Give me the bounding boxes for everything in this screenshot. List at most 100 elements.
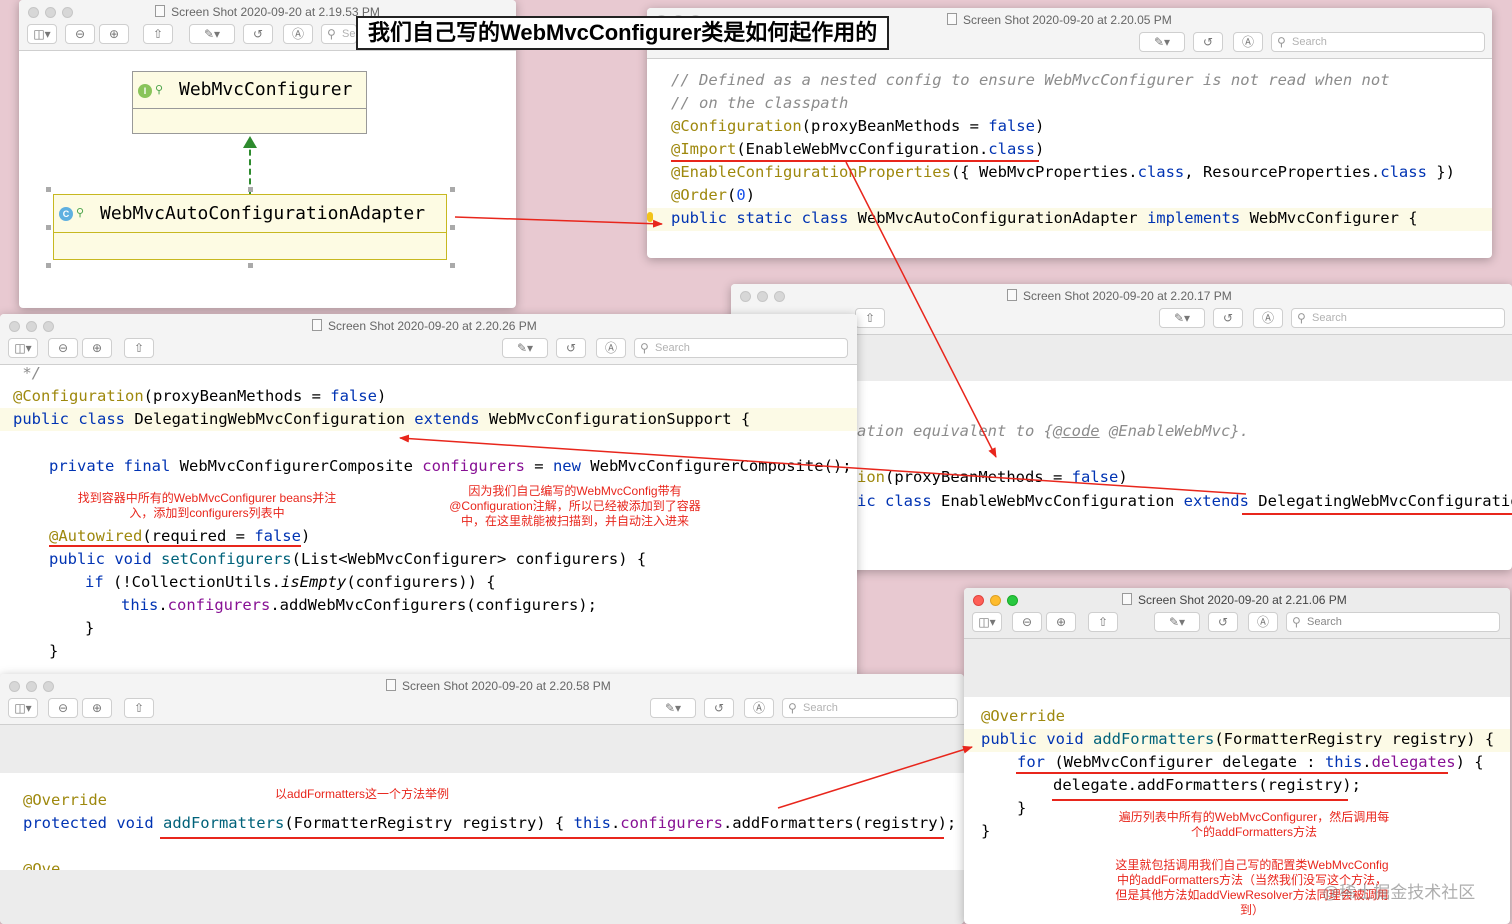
search-input[interactable]: ⚲ Search: [1286, 612, 1500, 632]
search-icon: ⚲: [1292, 615, 1301, 629]
search-icon: ⚲: [1297, 311, 1306, 325]
minimize-icon[interactable]: [26, 321, 37, 332]
zoom-out-icon[interactable]: ⊖: [65, 24, 95, 44]
rotate-icon[interactable]: ↺: [556, 338, 586, 358]
minimize-icon[interactable]: [26, 681, 37, 692]
window-controls[interactable]: [973, 593, 1024, 611]
code-line: @Override: [981, 707, 1065, 725]
titlebar: Screen Shot 2020-09-20 at 2.21.06 PM ◫▾ …: [964, 588, 1510, 639]
underline-mark: [160, 837, 944, 839]
share-icon[interactable]: ⇧: [143, 24, 173, 44]
minimize-icon[interactable]: [757, 291, 768, 302]
document-icon: [155, 5, 166, 17]
selection-handle[interactable]: [248, 263, 253, 268]
zoom-in-icon[interactable]: ⊕: [82, 338, 112, 358]
class-box[interactable]: C ⚲ WebMvcAutoConfigurationAdapter: [53, 194, 447, 260]
annotation-note: 以addFormatters这一个方法举例: [274, 787, 450, 801]
share-icon[interactable]: ⇧: [124, 698, 154, 718]
code-area: @Override protected void addFormatters(F…: [23, 789, 956, 861]
share-icon[interactable]: ⇧: [1088, 612, 1118, 632]
search-input[interactable]: ⚲ Search: [1291, 308, 1505, 328]
rotate-icon[interactable]: ↺: [1208, 612, 1238, 632]
selection-handle[interactable]: [450, 187, 455, 192]
selection-handle[interactable]: [46, 187, 51, 192]
code-line: public static class WebMvcAutoConfigurat…: [671, 209, 1418, 227]
markup-toolbar-icon[interactable]: Ⓐ: [744, 698, 774, 718]
close-icon[interactable]: [9, 321, 20, 332]
rotate-icon[interactable]: ↺: [704, 698, 734, 718]
code-line: public void addFormatters(FormatterRegis…: [981, 730, 1495, 748]
sidebar-toggle-button[interactable]: ◫▾: [8, 698, 38, 718]
markup-toolbar-icon[interactable]: Ⓐ: [1233, 32, 1263, 52]
code-line: // Defined as a nested config to ensure …: [671, 71, 1390, 89]
markup-toolbar-icon[interactable]: Ⓐ: [596, 338, 626, 358]
selection-handle[interactable]: [248, 187, 253, 192]
markup-pen-icon[interactable]: ✎▾: [1159, 308, 1205, 328]
search-input[interactable]: ⚲ Se: [321, 24, 357, 44]
page-title: 我们自己写的WebMvcConfigurer类是如何起作用的: [356, 16, 890, 50]
close-icon[interactable]: [740, 291, 751, 302]
bulb-icon[interactable]: [647, 212, 653, 222]
sidebar-toggle-button[interactable]: ◫▾: [27, 24, 57, 44]
zoom-in-icon[interactable]: ⊕: [99, 24, 129, 44]
zoom-out-icon[interactable]: ⊖: [48, 338, 78, 358]
class-icon: C: [59, 207, 73, 221]
selection-handle[interactable]: [46, 263, 51, 268]
search-input[interactable]: ⚲ Search: [634, 338, 848, 358]
zoom-out-icon[interactable]: ⊖: [1012, 612, 1042, 632]
zoom-icon[interactable]: [43, 321, 54, 332]
unlock-icon: ⚲: [76, 207, 85, 219]
code-area: // Defined as a nested config to ensure …: [671, 69, 1455, 231]
selection-handle[interactable]: [450, 225, 455, 230]
window-controls[interactable]: [9, 319, 60, 337]
annotation-note: 遍历列表中所有的WebMvcConfigurer，然后调用每个的addForma…: [1118, 810, 1390, 839]
selection-handle[interactable]: [450, 263, 455, 268]
zoom-in-icon[interactable]: ⊕: [82, 698, 112, 718]
sidebar-toggle-button[interactable]: ◫▾: [972, 612, 1002, 632]
rotate-icon[interactable]: ↺: [1193, 32, 1223, 52]
close-icon[interactable]: [973, 595, 984, 606]
interface-box[interactable]: I ⚲ WebMvcConfigurer: [132, 71, 367, 134]
search-icon: ⚲: [1277, 35, 1286, 49]
markup-toolbar-icon[interactable]: Ⓐ: [1248, 612, 1278, 632]
share-icon[interactable]: ⇧: [124, 338, 154, 358]
code-line: @Configuration(proxyBeanMethods = false): [13, 387, 387, 405]
markup-pen-icon[interactable]: ✎▾: [1139, 32, 1185, 52]
search-input[interactable]: ⚲ Search: [1271, 32, 1485, 52]
share-icon[interactable]: ⇧: [855, 308, 885, 328]
window-controls[interactable]: [740, 289, 791, 307]
rotate-icon[interactable]: ↺: [243, 24, 273, 44]
code-line: @Import(EnableWebMvcConfiguration.class): [671, 140, 1045, 158]
markup-toolbar-icon[interactable]: Ⓐ: [283, 24, 313, 44]
zoom-in-icon[interactable]: ⊕: [1046, 612, 1076, 632]
sidebar-toggle-button[interactable]: ◫▾: [8, 338, 38, 358]
gray-band: [964, 639, 1510, 697]
window-controls[interactable]: [9, 679, 60, 697]
search-input[interactable]: ⚲ Search: [782, 698, 958, 718]
code-line: }: [1017, 799, 1027, 817]
markup-pen-icon[interactable]: ✎▾: [502, 338, 548, 358]
document-icon: [312, 319, 322, 331]
close-icon[interactable]: [9, 681, 20, 692]
zoom-out-icon[interactable]: ⊖: [48, 698, 78, 718]
window-override-code: Screen Shot 2020-09-20 at 2.20.58 PM ◫▾ …: [0, 674, 964, 924]
code-line: @EnableConfigurationProperties({ WebMvcP…: [671, 163, 1455, 181]
code-line: }: [85, 619, 95, 637]
interface-name: WebMvcConfigurer: [179, 79, 353, 100]
zoom-icon[interactable]: [1007, 595, 1018, 606]
markup-pen-icon[interactable]: ✎▾: [189, 24, 235, 44]
code-line: @Override: [23, 791, 107, 809]
search-icon: ⚲: [640, 341, 649, 355]
markup-pen-icon[interactable]: ✎▾: [1154, 612, 1200, 632]
zoom-icon[interactable]: [43, 681, 54, 692]
rotate-icon[interactable]: ↺: [1213, 308, 1243, 328]
minimize-icon[interactable]: [990, 595, 1001, 606]
markup-pen-icon[interactable]: ✎▾: [650, 698, 696, 718]
zoom-icon[interactable]: [774, 291, 785, 302]
markup-toolbar-icon[interactable]: Ⓐ: [1253, 308, 1283, 328]
gray-band: [0, 870, 964, 924]
underline-mark: [49, 545, 301, 547]
selection-handle[interactable]: [46, 225, 51, 230]
code-area: */ @Configuration(proxyBeanMethods = fal…: [13, 362, 852, 660]
window-delegating-code: Screen Shot 2020-09-20 at 2.20.26 PM ◫▾ …: [0, 314, 857, 680]
